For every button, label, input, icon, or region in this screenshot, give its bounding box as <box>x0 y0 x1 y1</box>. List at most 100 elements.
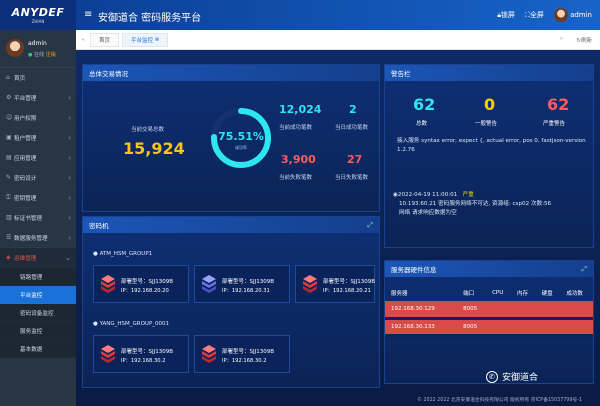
server-cube-icon <box>101 345 115 363</box>
tab-home[interactable]: 首页 <box>90 32 120 47</box>
crypto-header: 密码机 ⤢ <box>83 217 379 233</box>
device-card[interactable]: 部署型号：SJJ1309B IP：192.168.30.2 <box>194 335 290 373</box>
hardware-panel: 服务器硬件信息 ⤢ 服务器 端口 CPU 内存 硬盘 成功数 192.168.30… <box>384 260 594 384</box>
top-bar: ANYDEF ZHIAN ≡ 安御道合 密码服务平台 🔒︎锁屏 ⛶全屏 admi… <box>0 0 600 30</box>
expand-icon[interactable]: ⤢ <box>367 221 373 230</box>
alerts-total-label: 总数 <box>416 121 428 127</box>
fail-total-label: 当前失败笔数 <box>279 175 313 181</box>
logo-text: ANYDEF <box>11 6 65 19</box>
alerts-severe-value: 62 <box>547 95 570 114</box>
device-card[interactable]: 部署型号：SJJ1309B IP：192.168.20.21 <box>295 265 375 303</box>
alerts-panel: 警告栏 62 总数 0 一般警告 62 严重警告 接入服务 syntax err… <box>384 64 594 248</box>
today-total-label: 当前交易总数 <box>131 127 165 133</box>
device-card[interactable]: 部署型号：SJJ1309B IP：192.168.30.2 <box>93 335 189 373</box>
gear-icon: ⚙ <box>6 94 12 101</box>
sidebar-item-data-services[interactable]: ☰ 数据服务管理 ‹ <box>0 228 76 248</box>
refresh-button[interactable]: ↻刷新 <box>576 36 592 44</box>
user-menu[interactable]: admin <box>553 8 592 22</box>
certificate-icon: ▥ <box>6 214 12 221</box>
chevron-left-icon: ‹ <box>68 133 71 142</box>
group-name: ● YANG_HSM_GROUP_0001 <box>93 321 170 327</box>
sidebar-username: admin <box>28 40 47 47</box>
sidebar-item-keys[interactable]: ⚿ 密钥管理 ‹ <box>0 188 76 208</box>
app-title: 安御道合 密码服务平台 <box>98 13 202 24</box>
online-dot-icon: ● <box>28 52 33 58</box>
logo-subtext: ZHIAN <box>31 19 45 24</box>
tab-scroll-left-icon[interactable]: « <box>76 37 90 43</box>
chevron-left-icon: ‹ <box>68 93 71 102</box>
success-total-label: 当前成功笔数 <box>279 125 313 131</box>
sidebar-avatar <box>6 39 24 57</box>
main-content: 总体交易情况 当前交易总数 15,924 75.51% 成功率 12,024 当… <box>76 50 600 406</box>
ops-icon: ◈ <box>6 254 11 261</box>
footer: © 2022 2022 北京安御道合科技有限公司 版权所有 京ICP备15037… <box>417 397 582 403</box>
design-icon: ✎ <box>6 174 12 181</box>
success-rate-value: 75.51% <box>218 130 264 143</box>
table-row[interactable]: 192.168.30.133 8005 <box>385 318 593 337</box>
lock-button[interactable]: 🔒︎锁屏 <box>497 10 515 20</box>
tenant-icon: ▣ <box>6 134 12 141</box>
tab-platform-monitor[interactable]: 平台监控 ⊗ <box>122 32 169 47</box>
watermark: ✆ 安御道合 <box>486 370 538 383</box>
sidebar-item-crypto-design[interactable]: ✎ 密码设计 ‹ <box>0 168 76 188</box>
alerts-normal-label: 一般警告 <box>475 121 498 127</box>
sidebar-subitem-basic-data[interactable]: 基本数据 <box>0 340 76 358</box>
chevron-left-icon: ‹ <box>68 153 71 162</box>
sidebar-item-users[interactable]: ☺ 用户权限 ‹ <box>0 108 76 128</box>
avatar <box>553 8 568 22</box>
overview-panel: 总体交易情况 当前交易总数 15,924 75.51% 成功率 12,024 当… <box>82 64 380 212</box>
alerts-severe-label: 严重警告 <box>543 121 566 127</box>
sidebar-item-tenants[interactable]: ▣ 租户管理 ‹ <box>0 128 76 148</box>
user-icon: ☺ <box>6 114 13 121</box>
chevron-left-icon: ‹ <box>68 113 71 122</box>
chevron-left-icon: ‹ <box>68 173 71 182</box>
alerts-header: 警告栏 <box>385 65 593 81</box>
menu-toggle-icon[interactable]: ≡ <box>84 9 92 20</box>
group-name: ● ATM_HSM_GROUP1 <box>93 251 153 257</box>
success-rate-ring: 75.51% 成功率 <box>211 108 271 168</box>
chevron-left-icon: ‹ <box>68 193 71 202</box>
tab-scroll-right-icon[interactable]: » <box>554 36 568 44</box>
fail-today-label: 当日失败笔数 <box>335 175 369 181</box>
table-row[interactable]: 192.168.30.129 8005 <box>385 301 593 320</box>
alert-log-entry: ◉2022-04-19 11:00:01 严重 10.193.60.21 密码服… <box>393 192 552 216</box>
chevron-left-icon: ‹ <box>68 233 71 242</box>
close-icon[interactable]: ⊗ <box>155 37 160 43</box>
sidebar-subitem-service-monitor[interactable]: 服务监控 <box>0 322 76 340</box>
chevron-down-icon: ⌄ <box>65 253 71 262</box>
fullscreen-button[interactable]: ⛶全屏 <box>525 10 544 20</box>
database-icon: ☰ <box>6 234 12 241</box>
today-total-value: 15,924 <box>123 139 185 158</box>
app-icon: ▤ <box>6 154 12 161</box>
sidebar-item-platform[interactable]: ⚙ 平台管理 ‹ <box>0 88 76 108</box>
alert-log-entry: 接入服务 syntax error, expect {, actual erro… <box>397 138 586 153</box>
sidebar: admin ● 在线 注销 ⌂ 首页 ⚙ 平台管理 ‹ ☺ 用户权限 ‹ ▣ 租户管理 ‹ ▤… <box>0 30 76 406</box>
home-icon: ⌂ <box>6 74 10 81</box>
expand-icon[interactable]: ⤢ <box>581 265 587 274</box>
success-today-label: 当日成功笔数 <box>335 125 369 131</box>
server-cube-icon <box>202 275 216 293</box>
sidebar-item-ops[interactable]: ◈ 运维管理 ⌄ <box>0 248 76 268</box>
success-total-value: 12,024 <box>279 103 322 116</box>
wechat-icon: ✆ <box>486 370 498 383</box>
sidebar-subitem-device-monitor[interactable]: 密码设备监控 <box>0 304 76 322</box>
logout-link[interactable]: 注销 <box>46 52 56 58</box>
sidebar-item-home[interactable]: ⌂ 首页 <box>0 68 76 88</box>
sidebar-subitem-platform-monitor[interactable]: 平台监控 <box>0 286 76 304</box>
user-status: ● 在线 注销 <box>28 52 56 58</box>
sidebar-item-certs[interactable]: ▥ 标证书管理 ‹ <box>0 208 76 228</box>
sidebar-subitem-links[interactable]: 链路管理 <box>0 268 76 286</box>
sidebar-user: admin ● 在线 注销 <box>0 30 76 68</box>
alerts-total-value: 62 <box>413 95 436 114</box>
server-cube-icon <box>101 275 115 293</box>
server-cube-icon <box>303 275 317 293</box>
device-card[interactable]: 部署型号：SJJ1309B IP：192.168.20.20 <box>93 265 189 303</box>
overview-header: 总体交易情况 <box>83 65 379 81</box>
device-card[interactable]: 部署型号：SJJ1309B IP：192.168.20.31 <box>194 265 290 303</box>
tab-bar: « 首页 平台监控 ⊗ » ↻刷新 <box>76 30 600 50</box>
alerts-normal-value: 0 <box>484 95 496 114</box>
hardware-table: 服务器 端口 CPU 内存 硬盘 成功数 192.168.30.129 8005 … <box>385 285 593 337</box>
sidebar-item-apps[interactable]: ▤ 应用管理 ‹ <box>0 148 76 168</box>
chevron-left-icon: ‹ <box>68 213 71 222</box>
hardware-header: 服务器硬件信息 ⤢ <box>385 261 593 277</box>
